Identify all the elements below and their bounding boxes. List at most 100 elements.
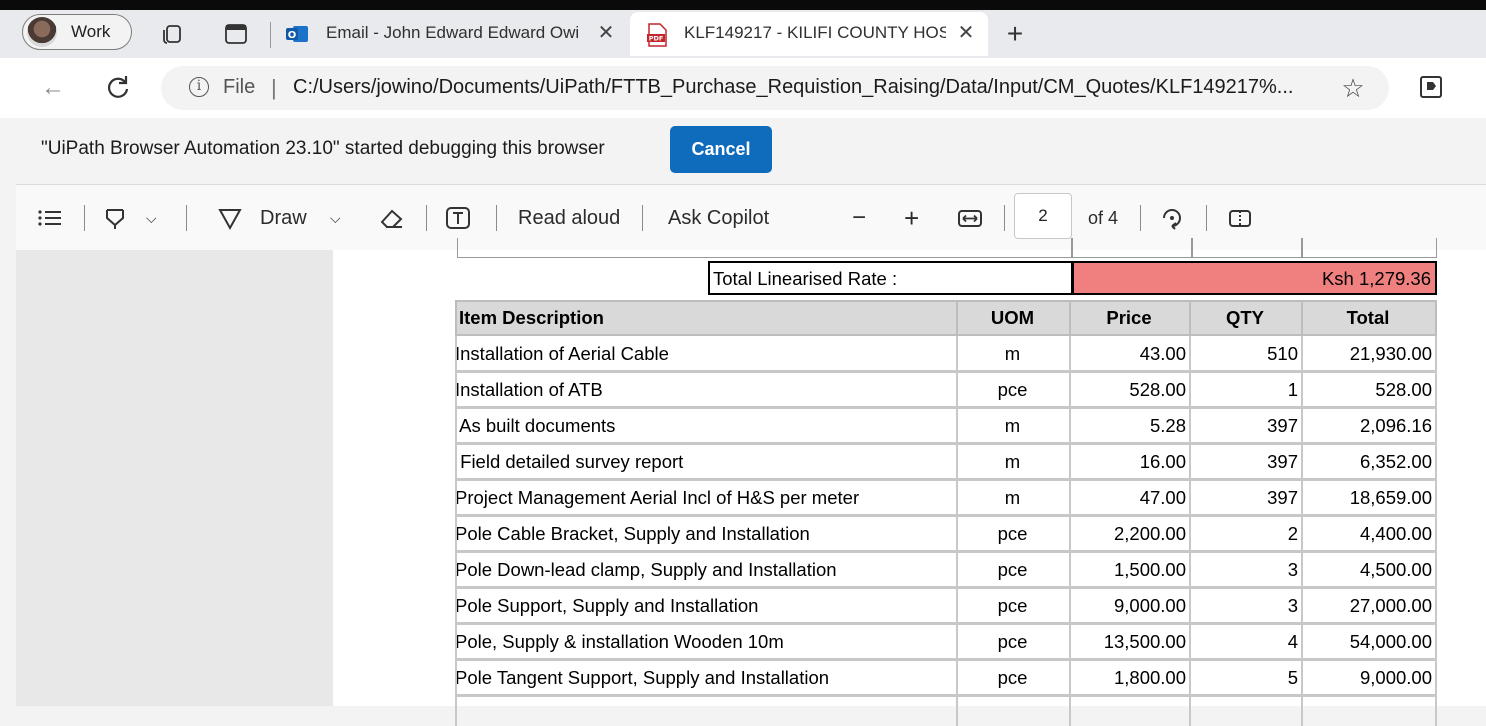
svg-text:PDF: PDF bbox=[649, 35, 664, 43]
chevron-down-icon[interactable]: ⌵ bbox=[146, 203, 162, 233]
price-cell: 2,200.00 bbox=[1113, 523, 1186, 544]
item-description-cell: Pole Tangent Support, Supply and Install… bbox=[455, 667, 830, 688]
favorite-star-icon[interactable]: ☆ bbox=[1339, 74, 1367, 102]
tab-title: Email - John Edward Edward Owi bbox=[326, 23, 580, 42]
uom-cell: pce bbox=[997, 595, 1028, 616]
read-aloud-button[interactable]: Read aloud bbox=[518, 203, 620, 233]
qty-cell: 3 bbox=[1287, 595, 1298, 616]
qty-cell: 5 bbox=[1287, 667, 1298, 688]
qty-cell: 397 bbox=[1267, 415, 1298, 436]
price-cell: 5.28 bbox=[1149, 415, 1186, 436]
column-divider bbox=[1301, 336, 1303, 726]
qty-cell: 397 bbox=[1267, 487, 1298, 508]
pdf-page[interactable]: Total Linearised Rate : Ksh 1,279.36 Ite… bbox=[333, 238, 1486, 726]
toolbar-separator bbox=[1206, 205, 1207, 231]
pdf-side-panel bbox=[16, 250, 333, 706]
profile-label: Work bbox=[71, 22, 111, 41]
draw-label[interactable]: Draw bbox=[260, 203, 307, 233]
total-cell: 54,000.00 bbox=[1349, 631, 1432, 652]
refresh-icon[interactable] bbox=[102, 72, 134, 104]
total-cell: 2,096.16 bbox=[1359, 415, 1432, 436]
toolbar-separator bbox=[426, 205, 427, 231]
price-cell: 43.00 bbox=[1139, 343, 1186, 364]
toolbar-separator bbox=[642, 205, 643, 231]
eraser-icon[interactable] bbox=[378, 203, 406, 233]
page-total-label: of 4 bbox=[1088, 208, 1119, 228]
svg-text:O: O bbox=[288, 30, 297, 41]
page-number-input[interactable]: 2 bbox=[1014, 193, 1072, 239]
total-cell: 27,000.00 bbox=[1349, 595, 1432, 616]
item-description-cell: As built documents bbox=[455, 415, 616, 436]
total-cell: 9,000.00 bbox=[1359, 667, 1432, 688]
outlook-icon: O bbox=[286, 24, 308, 44]
column-divider bbox=[1069, 336, 1071, 726]
cancel-button[interactable]: Cancel bbox=[670, 126, 772, 173]
info-icon[interactable]: i bbox=[189, 77, 209, 97]
uom-cell: pce bbox=[997, 631, 1028, 652]
page-view-icon[interactable] bbox=[1226, 203, 1254, 233]
qty-cell: 2 bbox=[1287, 523, 1298, 544]
price-cell: 13,500.00 bbox=[1103, 631, 1186, 652]
uom-cell: m bbox=[1004, 487, 1021, 508]
rotate-icon[interactable] bbox=[1158, 203, 1186, 233]
toolbar-separator bbox=[186, 205, 187, 231]
item-description-cell: Installation of Aerial Cable bbox=[455, 343, 669, 364]
avatar bbox=[27, 17, 57, 47]
column-header: UOM bbox=[990, 307, 1035, 328]
chevron-down-icon[interactable]: ⌵ bbox=[330, 203, 346, 233]
back-arrow-icon[interactable]: ← bbox=[37, 72, 69, 104]
item-description-cell: Pole Down-lead clamp, Supply and Install… bbox=[455, 559, 837, 580]
total-cell: 6,352.00 bbox=[1359, 451, 1432, 472]
column-header: Price bbox=[1106, 307, 1152, 328]
pdf-icon: PDF bbox=[646, 23, 668, 47]
uom-cell: pce bbox=[997, 523, 1028, 544]
tab-pdf[interactable]: PDF KLF149217 - KILIFI COUNTY HOS ✕ bbox=[630, 12, 988, 56]
ask-copilot-button[interactable]: Ask Copilot bbox=[668, 203, 769, 233]
qty-cell: 397 bbox=[1267, 451, 1298, 472]
column-divider bbox=[1189, 300, 1191, 336]
price-cell: 1,500.00 bbox=[1113, 559, 1186, 580]
item-description-cell: Pole Support, Supply and Installation bbox=[455, 595, 759, 616]
draw-pen-icon[interactable] bbox=[216, 203, 244, 233]
tab-actions-icon[interactable] bbox=[222, 20, 250, 48]
text-box-icon[interactable] bbox=[444, 203, 472, 233]
workspaces-icon[interactable] bbox=[159, 20, 187, 48]
column-divider bbox=[1435, 336, 1437, 726]
clipped-previous-row bbox=[457, 238, 1437, 258]
item-description-cell: Field detailed survey report bbox=[455, 451, 684, 472]
item-description-cell: Project Management Aerial Incl of H&S pe… bbox=[455, 487, 860, 508]
url-scheme: File bbox=[223, 76, 256, 98]
profile-button[interactable]: Work bbox=[22, 14, 132, 50]
close-icon[interactable]: ✕ bbox=[954, 21, 978, 45]
uom-cell: pce bbox=[997, 667, 1028, 688]
url-field[interactable]: i File | C:/Users/jowino/Documents/UiPat… bbox=[161, 66, 1389, 110]
uom-cell: pce bbox=[997, 379, 1028, 400]
price-cell: 16.00 bbox=[1139, 451, 1186, 472]
column-divider bbox=[455, 336, 457, 726]
tab-title: KLF149217 - KILIFI COUNTY HOS bbox=[684, 23, 946, 42]
column-divider bbox=[956, 300, 958, 336]
window-top-strip bbox=[0, 0, 1486, 10]
zoom-out-icon[interactable]: − bbox=[852, 203, 874, 233]
tab-bar: Work O Email - John Edward Edward Owi ✕ … bbox=[0, 10, 1486, 58]
price-cell: 1,800.00 bbox=[1113, 667, 1186, 688]
highlight-icon[interactable] bbox=[102, 203, 130, 233]
price-cell: 47.00 bbox=[1139, 487, 1186, 508]
total-cell: 4,400.00 bbox=[1359, 523, 1432, 544]
total-cell: 4,500.00 bbox=[1359, 559, 1432, 580]
extension-icon[interactable] bbox=[1420, 76, 1442, 98]
uom-cell: pce bbox=[997, 559, 1028, 580]
tab-separator bbox=[270, 22, 271, 48]
contents-list-icon[interactable] bbox=[36, 203, 64, 233]
infobar-message: "UiPath Browser Automation 23.10" starte… bbox=[41, 138, 605, 159]
qty-cell: 3 bbox=[1287, 559, 1298, 580]
url-text: C:/Users/jowino/Documents/UiPath/FTTB_Pu… bbox=[293, 76, 1294, 98]
debugging-infobar: "UiPath Browser Automation 23.10" starte… bbox=[0, 118, 1486, 182]
price-cell: 528.00 bbox=[1129, 379, 1186, 400]
tab-email[interactable]: O Email - John Edward Edward Owi ✕ bbox=[278, 12, 626, 56]
fit-width-icon[interactable] bbox=[956, 203, 984, 233]
close-icon[interactable]: ✕ bbox=[594, 21, 618, 45]
zoom-in-icon[interactable]: + bbox=[904, 203, 926, 233]
new-tab-icon[interactable]: + bbox=[1000, 20, 1030, 50]
total-cell: 528.00 bbox=[1375, 379, 1432, 400]
